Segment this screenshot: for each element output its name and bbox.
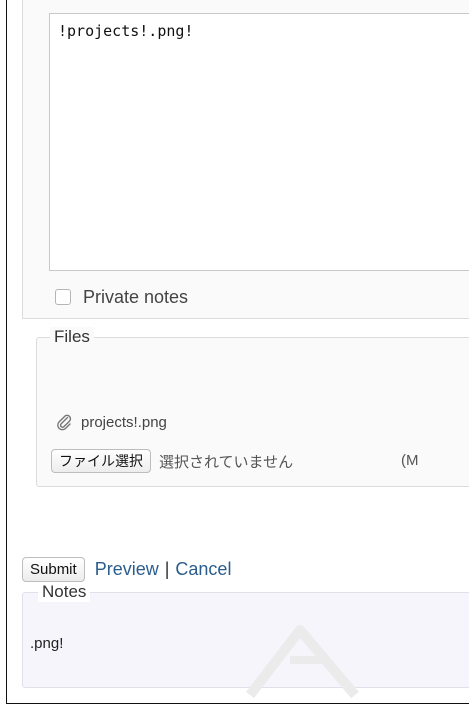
cancel-link[interactable]: Cancel (175, 559, 231, 580)
files-legend: Files (50, 327, 94, 347)
max-size-hint: (M (401, 452, 419, 469)
choose-file-button[interactable]: ファイル選択 (51, 449, 151, 473)
private-notes-label: Private notes (83, 286, 189, 307)
notes-textarea[interactable] (49, 13, 469, 271)
attachment-filename[interactable]: projects!.png (81, 414, 167, 431)
private-notes-checkbox[interactable] (55, 289, 71, 305)
notes-legend: Notes (38, 582, 91, 602)
action-separator: | (164, 559, 170, 579)
notes-preview-content: .png! (30, 635, 64, 652)
form-actions: Submit Preview | Cancel (22, 557, 231, 582)
paperclip-icon (55, 413, 73, 431)
submit-button[interactable]: Submit (22, 557, 85, 582)
no-file-selected-text: 選択されていません (159, 452, 294, 471)
watermark-logo (246, 625, 359, 699)
attachment-item: projects!.png (55, 413, 167, 431)
private-notes-row[interactable]: Private notes (55, 285, 188, 309)
preview-link[interactable]: Preview (95, 559, 159, 580)
